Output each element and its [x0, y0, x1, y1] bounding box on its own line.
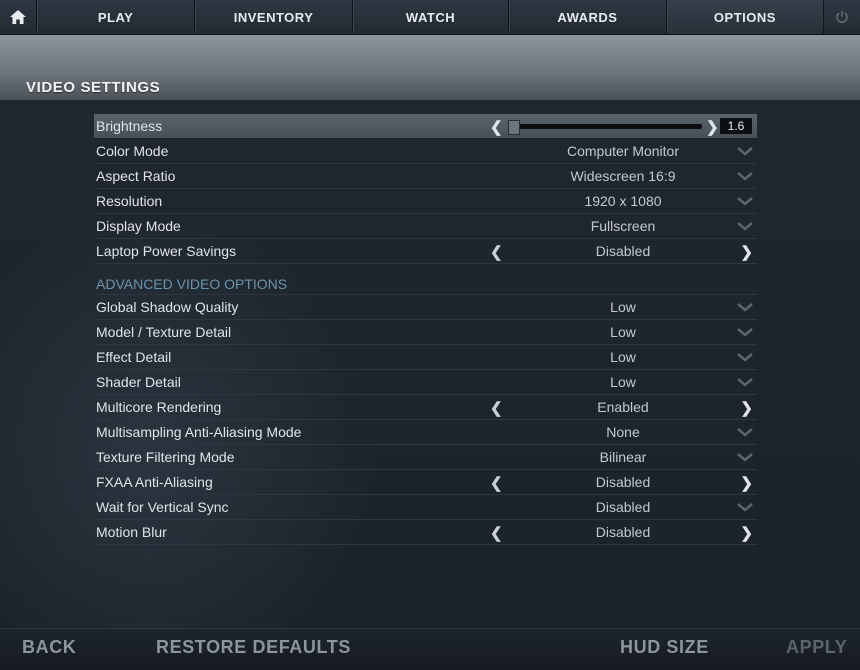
setting-label: Shader Detail: [96, 374, 181, 390]
setting-label: FXAA Anti-Aliasing: [96, 474, 213, 490]
chevron-down-icon[interactable]: [737, 302, 753, 312]
chevron-left-icon[interactable]: ❮: [490, 399, 503, 417]
chevron-down-icon[interactable]: [737, 502, 753, 512]
setting-row-laptop-power-savings[interactable]: Laptop Power Savings ❮ Disabled ❯: [94, 239, 757, 264]
chevron-right-icon[interactable]: ❯: [740, 524, 753, 542]
tab-play[interactable]: PLAY: [37, 0, 196, 34]
chevron-right-icon[interactable]: ❯: [740, 399, 753, 417]
setting-value: None: [606, 424, 640, 440]
setting-row-color-mode[interactable]: Color Mode Computer Monitor: [94, 139, 757, 164]
setting-value: Disabled: [595, 243, 651, 259]
setting-label: Color Mode: [96, 143, 169, 159]
setting-row-vertical-sync[interactable]: Wait for Vertical Sync Disabled: [94, 495, 757, 520]
setting-label: Effect Detail: [96, 349, 172, 365]
tab-inventory[interactable]: INVENTORY: [195, 0, 353, 34]
setting-value: Low: [610, 299, 636, 315]
settings-list: Brightness ❮ ❯ 1.6 Color Mode Computer M…: [94, 114, 757, 545]
setting-label: Multicore Rendering: [96, 399, 222, 415]
setting-label: Laptop Power Savings: [96, 243, 237, 259]
top-nav: PLAY INVENTORY WATCH AWARDS OPTIONS: [0, 0, 860, 35]
brightness-value: 1.6: [720, 118, 752, 134]
setting-row-shader-detail[interactable]: Shader Detail Low: [94, 370, 757, 395]
advanced-section-heading: ADVANCED VIDEO OPTIONS: [94, 264, 757, 295]
setting-value: Fullscreen: [590, 218, 656, 234]
setting-value: Enabled: [597, 399, 649, 415]
chevron-left-icon[interactable]: ❮: [490, 118, 503, 136]
tab-watch[interactable]: WATCH: [353, 0, 510, 34]
setting-row-motion-blur[interactable]: Motion Blur ❮ Disabled ❯: [94, 520, 757, 545]
setting-label: Brightness: [96, 118, 163, 134]
hud-size-button[interactable]: HUD SIZE: [620, 637, 709, 658]
chevron-down-icon[interactable]: [737, 196, 753, 206]
setting-row-aspect-ratio[interactable]: Aspect Ratio Widescreen 16:9: [94, 164, 757, 189]
setting-label: Texture Filtering Mode: [96, 449, 235, 465]
setting-label: Resolution: [96, 193, 163, 209]
setting-row-resolution[interactable]: Resolution 1920 x 1080: [94, 189, 757, 214]
chevron-down-icon[interactable]: [737, 452, 753, 462]
tab-options[interactable]: OPTIONS: [666, 0, 825, 34]
chevron-right-icon[interactable]: ❯: [706, 118, 719, 136]
chevron-left-icon[interactable]: ❮: [490, 524, 503, 542]
power-icon: [836, 10, 848, 23]
chevron-down-icon[interactable]: [737, 171, 753, 181]
setting-value: Disabled: [595, 474, 651, 490]
setting-value: Computer Monitor: [566, 143, 680, 159]
setting-label: Multisampling Anti-Aliasing Mode: [96, 424, 302, 440]
setting-row-effect-detail[interactable]: Effect Detail Low: [94, 345, 757, 370]
setting-label: Aspect Ratio: [96, 168, 176, 184]
setting-value: Bilinear: [599, 449, 647, 465]
power-button[interactable]: [824, 0, 860, 34]
setting-row-display-mode[interactable]: Display Mode Fullscreen: [94, 214, 757, 239]
setting-row-global-shadow-quality[interactable]: Global Shadow Quality Low: [94, 295, 757, 320]
section-title: ADVANCED VIDEO OPTIONS: [96, 276, 288, 292]
tab-awards[interactable]: AWARDS: [509, 0, 667, 34]
page-title: VIDEO SETTINGS: [26, 79, 161, 96]
brightness-slider-track[interactable]: [512, 124, 702, 129]
chevron-down-icon[interactable]: [737, 221, 753, 231]
setting-row-brightness[interactable]: Brightness ❮ ❯ 1.6: [94, 114, 757, 139]
setting-value: Widescreen 16:9: [570, 168, 676, 184]
setting-label: Wait for Vertical Sync: [96, 499, 229, 515]
setting-label: Display Mode: [96, 218, 181, 234]
setting-row-fxaa[interactable]: FXAA Anti-Aliasing ❮ Disabled ❯: [94, 470, 757, 495]
chevron-down-icon[interactable]: [737, 427, 753, 437]
setting-value: 1920 x 1080: [584, 193, 662, 209]
setting-row-texture-filtering-mode[interactable]: Texture Filtering Mode Bilinear: [94, 445, 757, 470]
chevron-left-icon[interactable]: ❮: [490, 474, 503, 492]
chevron-down-icon[interactable]: [737, 377, 753, 387]
setting-value: Low: [610, 324, 636, 340]
setting-value: Low: [610, 349, 636, 365]
setting-row-msaa-mode[interactable]: Multisampling Anti-Aliasing Mode None: [94, 420, 757, 445]
home-button[interactable]: [0, 0, 37, 34]
setting-value: Low: [610, 374, 636, 390]
chevron-down-icon[interactable]: [737, 327, 753, 337]
setting-value: Disabled: [595, 499, 651, 515]
back-button[interactable]: BACK: [22, 637, 76, 658]
chevron-left-icon[interactable]: ❮: [490, 243, 503, 261]
chevron-right-icon[interactable]: ❯: [740, 243, 753, 261]
setting-row-model-texture-detail[interactable]: Model / Texture Detail Low: [94, 320, 757, 345]
brightness-slider-thumb[interactable]: [508, 120, 520, 135]
restore-defaults-button[interactable]: RESTORE DEFAULTS: [156, 637, 351, 658]
chevron-down-icon[interactable]: [737, 146, 753, 156]
setting-value: Disabled: [595, 524, 651, 540]
apply-button[interactable]: APPLY: [786, 637, 847, 658]
setting-label: Global Shadow Quality: [96, 299, 239, 315]
setting-label: Model / Texture Detail: [96, 324, 232, 340]
chevron-down-icon[interactable]: [737, 352, 753, 362]
home-icon: [9, 10, 26, 24]
chevron-right-icon[interactable]: ❯: [740, 474, 753, 492]
setting-row-multicore-rendering[interactable]: Multicore Rendering ❮ Enabled ❯: [94, 395, 757, 420]
bottom-bar: BACK RESTORE DEFAULTS HUD SIZE APPLY: [0, 628, 860, 670]
setting-label: Motion Blur: [96, 524, 167, 540]
